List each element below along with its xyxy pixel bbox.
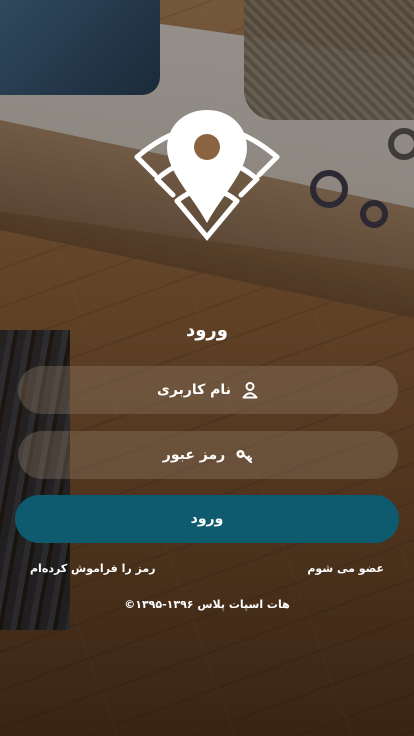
- user-icon: [242, 382, 258, 399]
- page-title: ورود: [186, 320, 228, 341]
- signup-link[interactable]: عضو می شوم: [307, 562, 384, 575]
- location-pin-wifi-icon: [134, 110, 280, 241]
- password-input[interactable]: رمز عبور: [18, 431, 398, 479]
- key-icon: [236, 450, 253, 464]
- login-button[interactable]: ورود: [15, 495, 399, 543]
- password-placeholder: رمز عبور: [162, 447, 226, 463]
- username-placeholder: نام کاربری: [157, 382, 231, 398]
- copyright-text: ©۱۳۹۵-۱۳۹۶ هات اسپات پلاس: [124, 598, 290, 611]
- forgot-password-link[interactable]: رمز را فراموش کرده‌ام: [30, 562, 156, 575]
- username-input[interactable]: نام کاربری: [18, 366, 398, 414]
